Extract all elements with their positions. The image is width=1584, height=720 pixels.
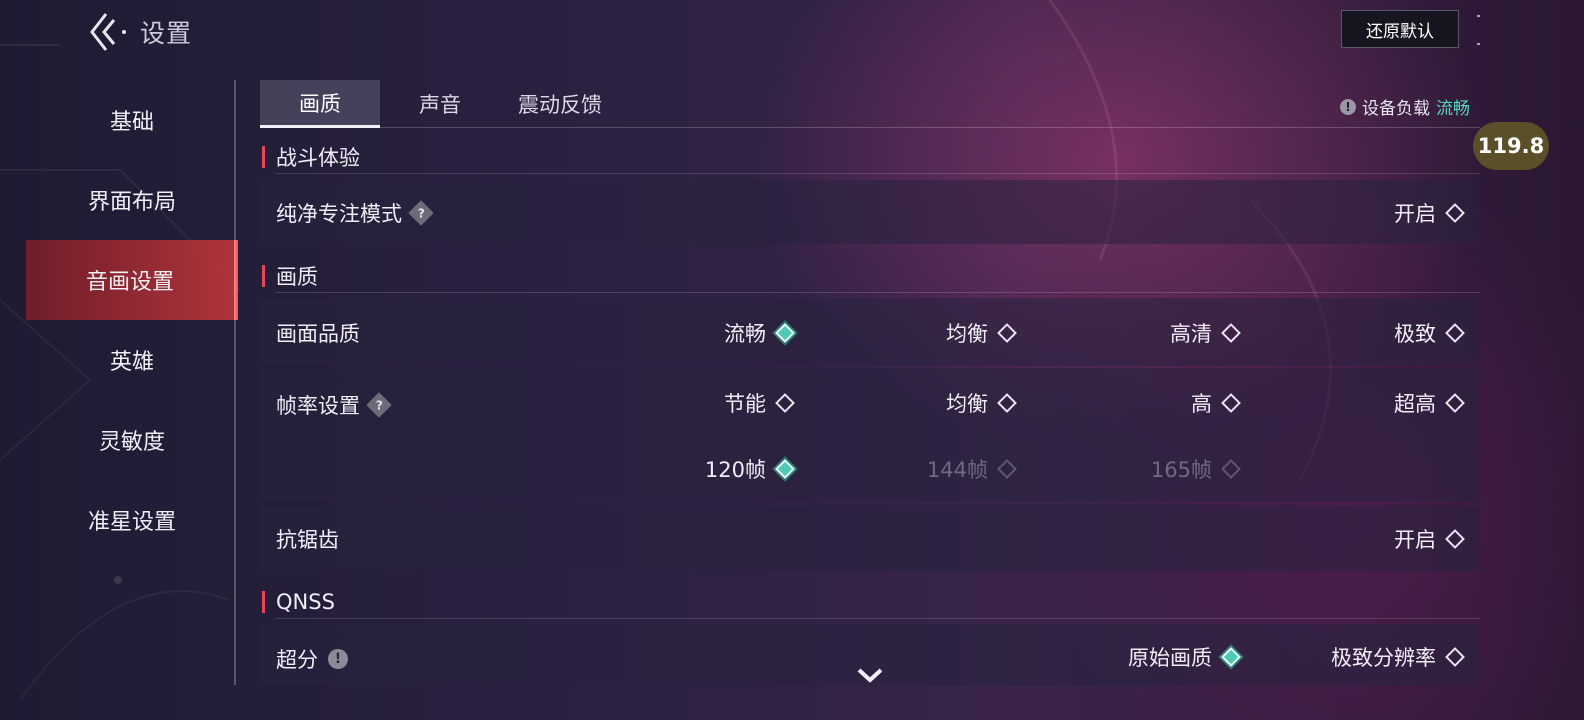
section-divider <box>275 292 1480 293</box>
back-button[interactable] <box>86 10 130 54</box>
option-fps-ultra[interactable]: 超高 <box>1394 388 1466 418</box>
section-title: 战斗体验 <box>276 146 360 170</box>
section-accent-bar <box>262 591 265 613</box>
tab-graphics[interactable]: 画质 <box>260 80 380 128</box>
option-label: 原始画质 <box>1128 646 1212 670</box>
option-label: 高 <box>1191 392 1212 416</box>
diamond-radio-icon <box>1221 323 1241 343</box>
sidebar-item-crosshair[interactable]: 准星设置 <box>26 480 238 560</box>
diamond-radio-icon <box>1445 323 1465 343</box>
diamond-radio-selected-icon <box>775 459 795 479</box>
option-quality-hd[interactable]: 高清 <box>1170 318 1242 348</box>
section-accent-bar <box>262 146 265 168</box>
option-label: 开启 <box>1394 202 1436 226</box>
row-label-text: 抗锯齿 <box>276 528 339 552</box>
info-icon: ! <box>1340 98 1356 115</box>
chevron-down-icon[interactable] <box>855 664 885 688</box>
option-label: 极致分辨率 <box>1331 646 1436 670</box>
row-frame-rate: 帧率设置 ? 节能 均衡 高 超高 120帧 144帧 165帧 <box>260 368 1480 502</box>
row-picture-quality: 画面品质 流畅 均衡 高清 极致 <box>260 298 1480 366</box>
fps-counter-badge: 119.8 <box>1473 122 1549 170</box>
option-label: 超高 <box>1394 392 1436 416</box>
page-title: 设置 <box>140 19 193 48</box>
tab-vibration[interactable]: 震动反馈 <box>500 80 620 128</box>
row-label: 抗锯齿 <box>276 524 339 554</box>
corner-tick <box>1477 43 1480 45</box>
option-label: 均衡 <box>946 322 988 346</box>
device-load-indicator: ! 设备负载 流畅 <box>1340 94 1470 119</box>
help-icon[interactable]: ? <box>408 200 434 226</box>
diamond-radio-icon <box>1445 647 1465 667</box>
sidebar-item-sensitivity[interactable]: 灵敏度 <box>26 400 238 480</box>
section-divider <box>275 618 1480 619</box>
row-label-text: 超分 <box>276 648 318 672</box>
option-label: 144帧 <box>926 458 988 482</box>
option-label: 120帧 <box>704 458 766 482</box>
sidebar-item-layout[interactable]: 界面布局 <box>26 160 238 240</box>
row-pure-focus: 纯净专注模式 ? 开启 <box>260 180 1480 244</box>
section-heading-quality: 画质 <box>262 262 318 290</box>
sidebar-item-audio-video[interactable]: 音画设置 <box>26 240 238 320</box>
option-fps-power-saving[interactable]: 节能 <box>724 388 796 418</box>
option-max-resolution[interactable]: 极致分辨率 <box>1331 642 1466 672</box>
option-fps-balanced[interactable]: 均衡 <box>946 388 1018 418</box>
diamond-radio-icon <box>775 393 795 413</box>
row-anti-alias: 抗锯齿 开启 <box>260 505 1480 571</box>
restore-defaults-button[interactable]: 还原默认 <box>1341 10 1459 48</box>
option-fps-high[interactable]: 高 <box>1191 388 1242 418</box>
sidebar: 基础 界面布局 音画设置 英雄 灵敏度 准星设置 <box>26 80 238 685</box>
option-label: 极致 <box>1394 322 1436 346</box>
diamond-radio-icon <box>1445 393 1465 413</box>
tab-sound[interactable]: 声音 <box>380 80 500 128</box>
row-label-text: 纯净专注模式 <box>276 202 402 226</box>
device-load-value: 流畅 <box>1436 99 1470 119</box>
section-accent-bar <box>262 265 265 287</box>
sidebar-divider <box>234 80 236 685</box>
row-label: 画面品质 <box>276 318 360 348</box>
diamond-radio-icon <box>1445 529 1465 549</box>
row-label: 纯净专注模式 ? <box>276 198 434 228</box>
option-fps-120[interactable]: 120帧 <box>705 454 796 484</box>
row-label-text: 帧率设置 <box>276 394 360 418</box>
tab-underline <box>260 127 1480 128</box>
option-anti-alias-on[interactable]: 开启 <box>1394 524 1466 554</box>
diamond-radio-icon <box>997 459 1017 479</box>
diamond-radio-icon <box>1221 459 1241 479</box>
sidebar-item-hero[interactable]: 英雄 <box>26 320 238 400</box>
diamond-radio-icon <box>1221 393 1241 413</box>
section-heading-qnss: QNSS <box>262 588 335 616</box>
row-label: 帧率设置 ? <box>276 390 392 420</box>
diamond-radio-icon <box>997 393 1017 413</box>
diamond-radio-selected-icon <box>1221 647 1241 667</box>
option-quality-ultra[interactable]: 极致 <box>1394 318 1466 348</box>
option-fps-165[interactable]: 165帧 <box>1151 454 1242 484</box>
corner-tick <box>1477 15 1480 17</box>
diamond-radio-selected-icon <box>775 323 795 343</box>
option-label: 节能 <box>724 392 766 416</box>
option-original-quality[interactable]: 原始画质 <box>1128 642 1242 672</box>
warning-icon[interactable]: ! <box>328 649 348 669</box>
sidebar-item-basic[interactable]: 基础 <box>26 80 238 160</box>
option-label: 均衡 <box>946 392 988 416</box>
option-quality-balanced[interactable]: 均衡 <box>946 318 1018 348</box>
option-pure-focus-on[interactable]: 开启 <box>1394 198 1466 228</box>
help-icon[interactable]: ? <box>366 392 392 418</box>
section-title: QNSS <box>276 590 335 614</box>
section-divider <box>275 173 1480 174</box>
diamond-radio-icon <box>997 323 1017 343</box>
section-title: 画质 <box>276 265 318 289</box>
option-fps-144[interactable]: 144帧 <box>927 454 1018 484</box>
row-label-text: 画面品质 <box>276 322 360 346</box>
option-label: 开启 <box>1394 528 1436 552</box>
option-label: 高清 <box>1170 322 1212 346</box>
section-heading-battle: 战斗体验 <box>262 143 360 171</box>
row-label: 超分 ! <box>276 644 348 674</box>
device-load-label: 设备负载 <box>1362 99 1430 119</box>
option-label: 流畅 <box>724 322 766 346</box>
option-quality-smooth[interactable]: 流畅 <box>724 318 796 348</box>
diamond-radio-icon <box>1445 203 1465 223</box>
option-label: 165帧 <box>1150 458 1212 482</box>
